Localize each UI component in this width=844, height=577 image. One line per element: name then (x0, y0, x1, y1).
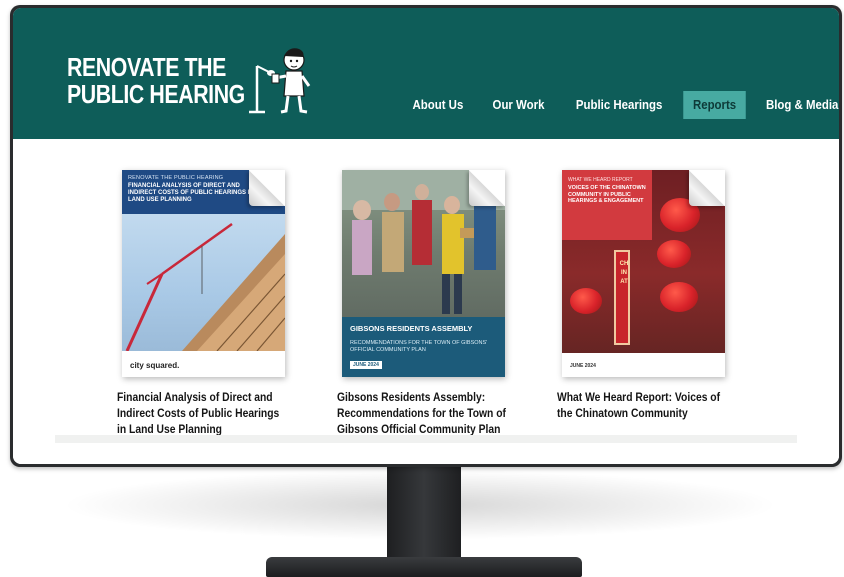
cover-title: GIBSONS RESIDENTS ASSEMBLY (350, 324, 473, 333)
site-logo[interactable]: RENOVATE THE PUBLIC HEARING (67, 54, 245, 108)
report-card-gibsons[interactable]: GIBSONS RESIDENTS ASSEMBLY RECOMMENDATIO… (337, 170, 537, 437)
crane-building-illustration (125, 222, 285, 351)
report-title-chinatown[interactable]: What We Heard Report: Voices of the Chin… (557, 389, 729, 421)
lantern-icon (657, 240, 691, 268)
nav-our-work[interactable]: Our Work (483, 91, 554, 119)
content-divider (55, 435, 797, 443)
monitor-frame: RENOVATE THE PUBLIC HEARING About Us Our… (10, 5, 842, 467)
report-cover-chinatown[interactable]: WHAT WE HEARD REPORT VOICES OF THE CHINA… (562, 170, 725, 377)
lantern-icon (570, 288, 602, 314)
cover-subtitle: RECOMMENDATIONS FOR THE TOWN OF GIBSONS'… (350, 340, 488, 353)
report-title-financial[interactable]: Financial Analysis of Direct and Indirec… (117, 389, 289, 437)
nav-reports[interactable]: Reports (683, 91, 746, 119)
page-curl (689, 170, 725, 206)
cover-kicker: RENOVATE THE PUBLIC HEARING (128, 175, 224, 181)
logo-line-1: RENOVATE THE (67, 52, 226, 82)
logo-line-2: PUBLIC HEARING (67, 79, 245, 109)
city-squared-logo: city squared. (130, 361, 180, 370)
chinatown-sign-text: CHINAT (619, 261, 629, 285)
cover-title: VOICES OF THE CHINATOWN COMMUNITY IN PUB… (568, 185, 646, 204)
report-card-financial[interactable]: RENOVATE THE PUBLIC HEARING FINANCIAL AN… (117, 170, 317, 437)
monitor-stand-base (266, 557, 582, 577)
report-card-chinatown[interactable]: WHAT WE HEARD REPORT VOICES OF THE CHINA… (557, 170, 757, 421)
nav-public-hearings[interactable]: Public Hearings (566, 91, 672, 119)
cover-date: JUNE 2024 (350, 361, 382, 369)
site-header: RENOVATE THE PUBLIC HEARING About Us Our… (13, 8, 839, 139)
nav-about-us[interactable]: About Us (403, 91, 473, 119)
reports-grid: RENOVATE THE PUBLIC HEARING FINANCIAL AN… (13, 139, 839, 464)
report-cover-gibsons[interactable]: GIBSONS RESIDENTS ASSEMBLY RECOMMENDATIO… (342, 170, 505, 377)
chinatown-sign: CHINAT (614, 250, 630, 345)
main-nav: About Us Our Work Public Hearings Report… (398, 91, 839, 119)
report-title-gibsons[interactable]: Gibsons Residents Assembly: Recommendati… (337, 389, 509, 437)
cover-title: FINANCIAL ANALYSIS OF DIRECT AND INDIREC… (128, 183, 254, 203)
lantern-icon (660, 282, 698, 312)
page-curl (249, 170, 285, 206)
monitor-stand-neck (387, 466, 461, 562)
nav-blog-media[interactable]: Blog & Media (756, 91, 839, 119)
page-curl (469, 170, 505, 206)
report-cover-financial[interactable]: RENOVATE THE PUBLIC HEARING FINANCIAL AN… (122, 170, 285, 377)
cover-kicker: WHAT WE HEARD REPORT (568, 177, 633, 183)
mascot-speaker-icon (249, 48, 311, 114)
cover-date: JUNE 2024 (570, 363, 596, 369)
monitor-screen: RENOVATE THE PUBLIC HEARING About Us Our… (13, 8, 839, 464)
